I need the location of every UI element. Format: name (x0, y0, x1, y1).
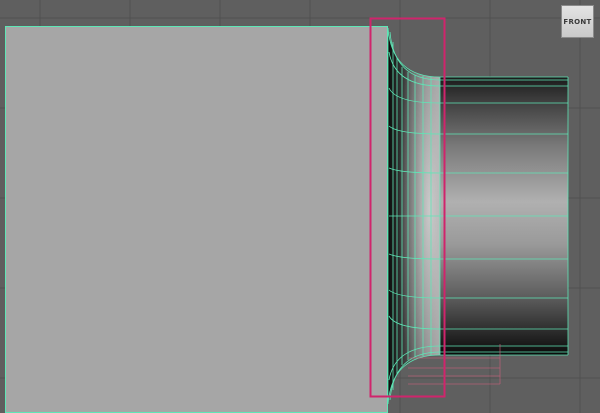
viewport-3d-front[interactable]: FRONT (0, 0, 600, 413)
cylinder-mesh (440, 76, 569, 356)
fillet-mesh (387, 27, 441, 405)
scene-canvas[interactable] (0, 0, 600, 413)
view-cube-front-button[interactable]: FRONT (561, 5, 594, 38)
plane-mesh (5, 26, 388, 413)
